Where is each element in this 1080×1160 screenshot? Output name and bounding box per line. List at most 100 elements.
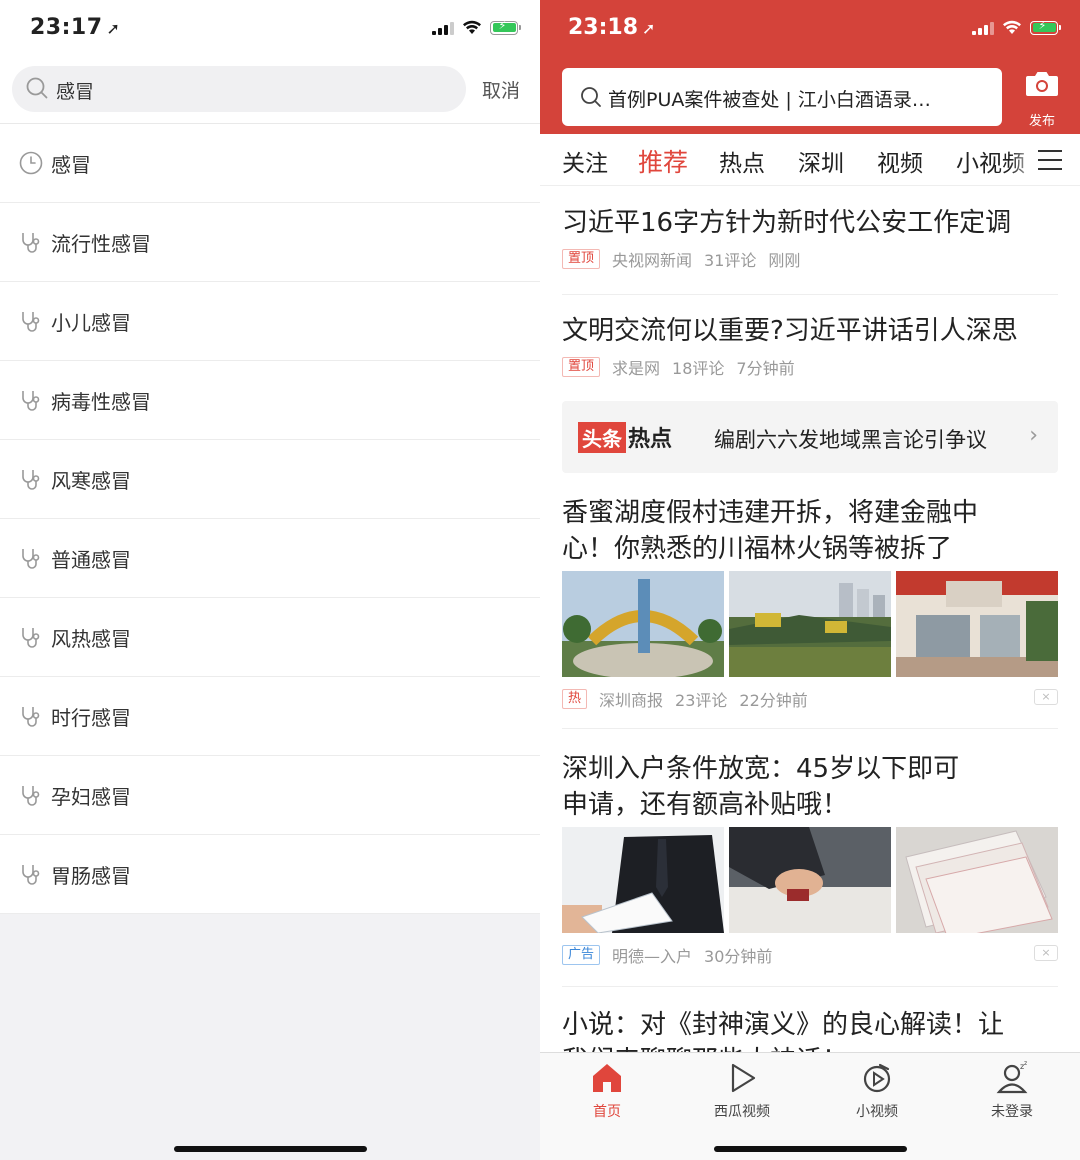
stethoscope-icon: [18, 782, 44, 808]
hot-topic-banner[interactable]: 头条 热点 编剧六六发地域黑言论引争议 ›: [562, 401, 1058, 473]
status-time: 23:17 ➚: [30, 15, 121, 40]
article-title: 文明交流何以重要?习近平讲话引人深思: [562, 316, 1018, 346]
suggestion-label: 胃肠感冒: [51, 864, 131, 888]
divider: [562, 294, 1058, 295]
article-image: [729, 827, 891, 933]
article-source: 明德—入户: [612, 947, 693, 966]
suggestion-item[interactable]: 风热感冒: [0, 598, 540, 677]
article-title-line1: 深圳入户条件放宽：45岁以下即可: [562, 754, 960, 784]
article-title-line2: 心！你熟悉的川福林火锅等被拆了: [562, 534, 953, 564]
suggestion-item[interactable]: 胃肠感冒: [0, 835, 540, 914]
battery-icon: [490, 19, 521, 35]
suggestion-item[interactable]: 风寒感冒: [0, 440, 540, 519]
article-time: 7分钟前: [736, 359, 795, 378]
tab-shenzhen[interactable]: 深圳: [798, 144, 844, 178]
tab-label: 首页: [593, 1104, 621, 1120]
wifi-icon: [1003, 20, 1021, 34]
channel-tabs: 关注 推荐 热点 深圳 视频 小视频: [540, 134, 1080, 186]
status-icons: [432, 19, 521, 35]
stethoscope-icon: [18, 308, 44, 334]
article-image: [729, 571, 891, 677]
ad-badge: 广告: [562, 945, 601, 965]
suggestion-list: 感冒流行性感冒小儿感冒病毒性感冒风寒感冒普通感冒风热感冒时行感冒孕妇感冒胃肠感冒: [0, 124, 540, 914]
article-item[interactable]: 文明交流何以重要?习近平讲话引人深思 置顶 求是网 18评论 7分钟前: [562, 313, 1058, 379]
tab-fade: [1010, 134, 1040, 185]
clock-icon: [18, 150, 44, 176]
stethoscope-icon: [18, 545, 44, 571]
search-input[interactable]: 感冒: [12, 66, 466, 112]
tab-xigua-video[interactable]: 西瓜视频: [697, 1061, 787, 1121]
tab-short-video[interactable]: 小视频: [832, 1061, 922, 1121]
tab-login[interactable]: zz 未登录: [967, 1060, 1057, 1121]
suggestion-label: 孕妇感冒: [51, 785, 131, 809]
stethoscope-icon: [18, 703, 44, 729]
article-title-line2: 申请，还有额高补贴哦！: [562, 790, 849, 820]
article-time: 30分钟前: [704, 947, 773, 966]
stethoscope-icon: [18, 861, 44, 887]
user-icon: zz: [996, 1060, 1028, 1094]
suggestion-item[interactable]: 小儿感冒: [0, 282, 540, 361]
suggestion-item[interactable]: 普通感冒: [0, 519, 540, 598]
article-source: 深圳商报: [599, 691, 664, 710]
article-item[interactable]: 习近平16字方针为新时代公安工作定调 置顶 央视网新闻 31评论 刚刚: [562, 205, 1058, 271]
hot-badge: 热: [562, 689, 588, 709]
right-phone-screen: 23:18➚ 首例PUA案件被查处 | 江小白酒语录… 发布 关注 推荐 热点 …: [540, 0, 1080, 1160]
dismiss-button[interactable]: ×: [1034, 945, 1058, 961]
article-comments: 31评论: [704, 251, 757, 270]
search-input[interactable]: 首例PUA案件被查处 | 江小白酒语录…: [562, 68, 1002, 126]
left-phone-screen: 23:17➚ 感冒 取消 感冒流行性感冒小儿感冒病毒性感冒风寒感冒普通感冒风热感…: [0, 0, 540, 1160]
battery-icon: [1030, 19, 1061, 35]
home-indicator[interactable]: [714, 1146, 907, 1152]
play-icon: [731, 1063, 756, 1093]
chevron-right-icon: ›: [1029, 423, 1038, 448]
pinned-badge: 置顶: [562, 249, 601, 269]
article-item[interactable]: 深圳入户条件放宽：45岁以下即可 申请，还有额高补贴哦！ 广告 明德—入户 30…: [562, 751, 1058, 967]
suggestion-label: 时行感冒: [51, 706, 131, 730]
dismiss-button[interactable]: ×: [1034, 689, 1058, 705]
suggestion-label: 小儿感冒: [51, 311, 131, 335]
tab-label: 未登录: [991, 1104, 1033, 1120]
article-image: [896, 827, 1058, 933]
camera-icon: [1026, 72, 1058, 96]
pinned-badge: 置顶: [562, 357, 601, 377]
article-time: 刚刚: [768, 251, 801, 270]
cellular-signal-icon: [432, 21, 454, 35]
status-bar: 23:17 ➚: [0, 0, 540, 58]
channel-menu-icon[interactable]: [1038, 150, 1062, 170]
suggestion-label: 风寒感冒: [51, 469, 131, 493]
stethoscope-icon: [18, 387, 44, 413]
wifi-icon: [463, 20, 481, 34]
article-item[interactable]: 香蜜湖度假村违建开拆，将建金融中 心！你熟悉的川福林火锅等被拆了 热 深圳商报 …: [562, 495, 1058, 711]
article-comments: 18评论: [672, 359, 725, 378]
suggestion-item[interactable]: 感冒: [0, 124, 540, 203]
article-time: 22分钟前: [739, 691, 808, 710]
tab-recommend[interactable]: 推荐: [638, 143, 688, 179]
suggestion-label: 普通感冒: [51, 548, 131, 572]
suggestion-item[interactable]: 时行感冒: [0, 677, 540, 756]
suggestion-item[interactable]: 流行性感冒: [0, 203, 540, 282]
home-indicator[interactable]: [174, 1146, 367, 1152]
tab-follow[interactable]: 关注: [562, 144, 608, 178]
tab-video[interactable]: 视频: [877, 144, 923, 178]
tab-hot[interactable]: 热点: [719, 144, 765, 178]
article-meta: 广告 明德—入户 30分钟前 ×: [562, 943, 1058, 967]
suggestion-label: 风热感冒: [51, 627, 131, 651]
toutiao-hot-logo: 头条 热点: [578, 421, 672, 453]
article-source: 求是网: [612, 359, 661, 378]
divider: [562, 728, 1058, 729]
stethoscope-icon: [18, 624, 44, 650]
suggestion-label: 病毒性感冒: [51, 390, 151, 414]
suggestion-label: 感冒: [51, 153, 91, 177]
suggestion-item[interactable]: 孕妇感冒: [0, 756, 540, 835]
tab-home[interactable]: 首页: [562, 1061, 652, 1121]
stethoscope-icon: [18, 466, 44, 492]
article-title-line1: 香蜜湖度假村违建开拆，将建金融中: [562, 498, 979, 528]
svg-text:z: z: [1024, 1061, 1027, 1067]
header-bar: 23:18➚ 首例PUA案件被查处 | 江小白酒语录… 发布: [540, 0, 1080, 134]
suggestion-item[interactable]: 病毒性感冒: [0, 361, 540, 440]
article-meta: 置顶 求是网 18评论 7分钟前: [562, 355, 1058, 379]
home-icon: [593, 1064, 621, 1092]
article-title: 习近平16字方针为新时代公安工作定调: [562, 208, 1012, 238]
cancel-button[interactable]: 取消: [482, 76, 520, 103]
publish-button[interactable]: 发布: [1022, 70, 1062, 129]
